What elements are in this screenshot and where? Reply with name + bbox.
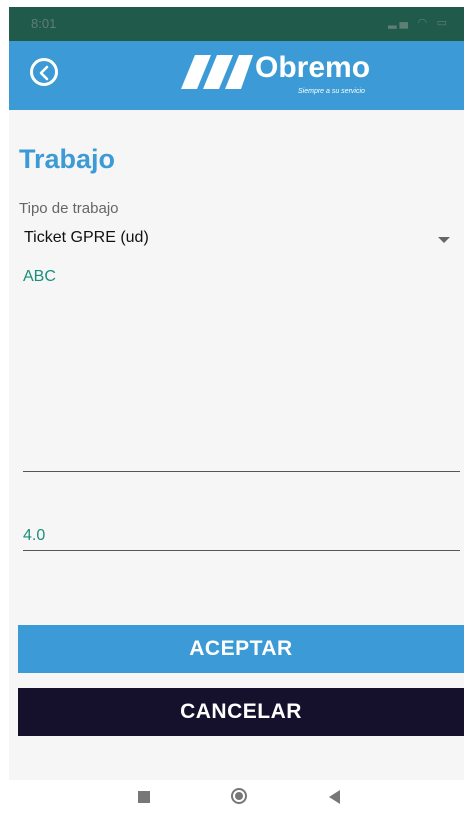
chevron-left-icon	[39, 65, 49, 81]
description-value: ABC	[23, 268, 56, 285]
status-bar: 8:01 ▂▄ ◠ ▭	[9, 7, 464, 41]
dropdown-arrow-icon	[438, 237, 450, 243]
recents-button[interactable]	[138, 791, 150, 803]
back-nav-button[interactable]	[329, 790, 340, 804]
obremo-logo: Obremo Siempre a su servicio	[181, 51, 381, 99]
work-type-label: Tipo de trabajo	[19, 200, 119, 217]
home-button[interactable]	[231, 788, 247, 804]
logo-tagline: Siempre a su servicio	[298, 88, 365, 95]
logo-wordmark: Obremo	[255, 51, 371, 84]
page-title: Trabajo	[19, 144, 116, 174]
accept-button[interactable]: ACEPTAR	[18, 625, 464, 673]
app-bar: Obremo Siempre a su servicio	[9, 41, 464, 110]
status-icons: ▂▄ ◠ ▭	[388, 16, 450, 29]
back-button[interactable]	[30, 58, 58, 86]
work-type-value: Ticket GPRE (ud)	[24, 229, 149, 246]
description-field[interactable]: ABC	[23, 265, 460, 472]
cancel-button[interactable]: CANCELAR	[18, 688, 464, 736]
phone-screen: 8:01 ▂▄ ◠ ▭ Obremo Siempre a su servicio…	[9, 7, 464, 780]
quantity-field[interactable]: 4.0	[23, 523, 460, 551]
quantity-value: 4.0	[23, 527, 46, 544]
logo-stripes-icon	[181, 55, 253, 89]
system-nav-bar	[0, 780, 464, 823]
status-time: 8:01	[31, 16, 57, 31]
work-type-select[interactable]: Ticket GPRE (ud)	[24, 229, 454, 253]
